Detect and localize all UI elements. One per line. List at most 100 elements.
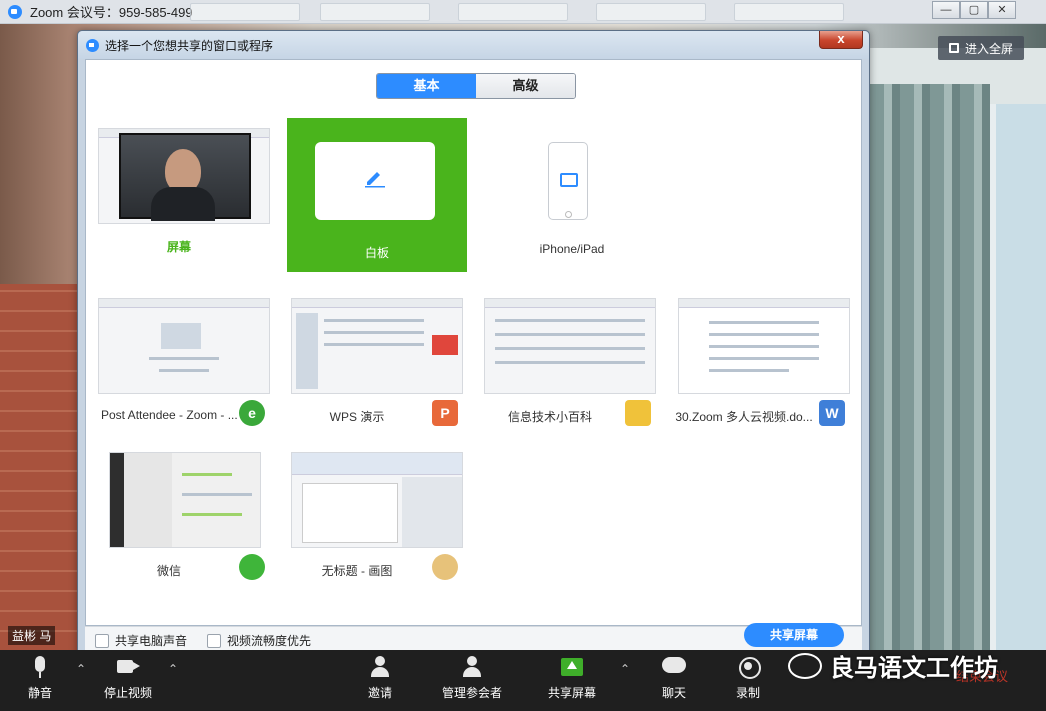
share-tile-window[interactable]: 信息技术小百科 <box>475 286 656 438</box>
thumb-line <box>324 343 424 346</box>
folder-icon <box>625 400 651 426</box>
chat-label: 聊天 <box>661 686 686 700</box>
record-button[interactable]: 录制 <box>708 656 788 701</box>
thumb-line <box>182 513 242 516</box>
share-tile-screen[interactable]: 屏幕 <box>89 116 270 268</box>
manage-participants-button[interactable]: 管理参会者 <box>432 656 512 701</box>
share-tile-window[interactable]: 无标题 - 画图 <box>282 440 463 592</box>
window-thumbnail <box>98 298 270 394</box>
thumb-line <box>149 357 219 360</box>
share-tile-iphone-ipad[interactable]: iPhone/iPad <box>482 116 662 268</box>
airplay-icon <box>560 173 578 187</box>
paint-palette-icon <box>432 554 458 580</box>
taskbar-tab <box>596 3 706 21</box>
watermark-text: 良马语文工作坊 <box>830 655 998 682</box>
taskbar-tab <box>734 3 844 21</box>
tile-label: 无标题 - 画图 <box>321 564 393 578</box>
dialog-title: 选择一个您想共享的窗口或程序 <box>105 38 274 53</box>
thumb-line <box>159 369 209 372</box>
thumb-line <box>709 333 819 336</box>
share-audio-label: 共享电脑声音 <box>115 634 188 648</box>
video-window-frame <box>990 104 1046 650</box>
tab-advanced[interactable]: 高级 <box>476 74 575 98</box>
taskbar-tab <box>458 3 568 21</box>
video-curtain <box>870 84 990 650</box>
pencil-icon <box>365 172 385 188</box>
thumb-block <box>161 323 201 349</box>
thumb-block <box>296 313 318 389</box>
camera-shirt <box>151 187 215 221</box>
thumb-line <box>709 369 789 372</box>
screen-thumbnail <box>98 128 270 224</box>
window-thumbnail <box>109 452 261 548</box>
manage-participants-label: 管理参会者 <box>441 686 502 700</box>
dialog-body: 基本 高级 屏幕 白板 iPhone/iPad Post Attendee - … <box>85 59 862 626</box>
optimize-video-checkbox[interactable] <box>207 633 222 648</box>
minimize-button[interactable]: — <box>932 1 960 19</box>
share-screen-dialog: 选择一个您想共享的窗口或程序 x 基本 高级 屏幕 白板 iPhone/iPad… <box>77 30 870 660</box>
wechat-icon <box>239 554 265 580</box>
dialog-close-button[interactable]: x <box>819 31 863 49</box>
thumb-line <box>324 319 424 322</box>
thumb-block <box>402 477 462 547</box>
thumb-line <box>709 357 819 360</box>
enter-fullscreen-button[interactable]: 进入全屏 <box>938 36 1024 60</box>
invite-icon <box>367 656 393 678</box>
optimize-video-label: 视频流畅度优先 <box>227 634 312 648</box>
audio-options-chevron-icon[interactable]: ⌃ <box>76 662 86 676</box>
whiteboard-card <box>315 142 435 220</box>
invite-button[interactable]: 邀请 <box>340 656 420 701</box>
thumb-line <box>709 321 819 324</box>
zoom-logo-icon <box>8 4 22 19</box>
thumb-bar <box>485 299 655 308</box>
wechat-official-account-icon <box>788 652 822 679</box>
share-screen-button[interactable]: 共享屏幕 <box>744 623 844 647</box>
close-window-button[interactable]: ✕ <box>988 1 1016 19</box>
tile-label: Post Attendee - Zoom - ... <box>101 408 238 422</box>
share-tile-window[interactable]: 微信 <box>89 440 269 592</box>
tile-label: WPS 演示 <box>329 410 385 424</box>
thumb-bar <box>292 453 462 475</box>
thumb-block <box>110 453 124 547</box>
chat-button[interactable]: 聊天 <box>634 656 714 701</box>
share-screen-label: 共享屏幕 <box>547 686 596 700</box>
maximize-button[interactable]: ▢ <box>960 1 988 19</box>
participants-icon <box>459 656 485 678</box>
window-thumbnail <box>678 298 850 394</box>
tile-label: 白板 <box>364 246 389 260</box>
video-options-chevron-icon[interactable]: ⌃ <box>168 662 178 676</box>
watermark: 良马语文工作坊 <box>788 648 998 683</box>
share-tile-whiteboard[interactable]: 白板 <box>287 118 467 272</box>
mute-button[interactable]: 静音 <box>0 656 80 701</box>
thumb-line <box>182 493 252 496</box>
invite-label: 邀请 <box>367 686 392 700</box>
video-brick-wall <box>0 284 80 650</box>
thumb-bar <box>292 299 462 308</box>
participant-name-tag: 益彬 马 <box>8 626 56 645</box>
thumb-bar <box>679 299 849 308</box>
camera-preview <box>119 133 251 221</box>
taskbar-tab <box>190 3 300 21</box>
tab-basic[interactable]: 基本 <box>377 74 476 98</box>
stop-video-button[interactable]: 停止视频 <box>88 656 168 701</box>
share-screen-toolbar-button[interactable]: 共享屏幕 <box>532 656 612 701</box>
record-label: 录制 <box>735 686 760 700</box>
thumb-line <box>495 333 645 336</box>
microphone-icon <box>27 656 53 678</box>
share-screen-icon <box>559 656 585 678</box>
share-audio-checkbox[interactable] <box>95 633 109 648</box>
thumb-line <box>182 473 232 476</box>
zoom-dialog-icon <box>86 38 99 52</box>
share-tile-window[interactable]: 30.Zoom 多人云视频.do... W <box>669 286 850 438</box>
tile-label: iPhone/iPad <box>539 242 605 256</box>
thumb-line <box>324 331 424 334</box>
share-tile-window[interactable]: Post Attendee - Zoom - ... e <box>89 286 270 438</box>
share-tile-window[interactable]: WPS 演示 P <box>282 286 463 438</box>
thumb-bar <box>99 299 269 308</box>
thumb-block <box>124 453 172 547</box>
wps-writer-icon: W <box>819 400 845 426</box>
mute-label: 静音 <box>27 686 52 700</box>
share-options-chevron-icon[interactable]: ⌃ <box>620 662 630 676</box>
fullscreen-label: 进入全屏 <box>964 41 1013 56</box>
fullscreen-icon <box>948 43 959 53</box>
